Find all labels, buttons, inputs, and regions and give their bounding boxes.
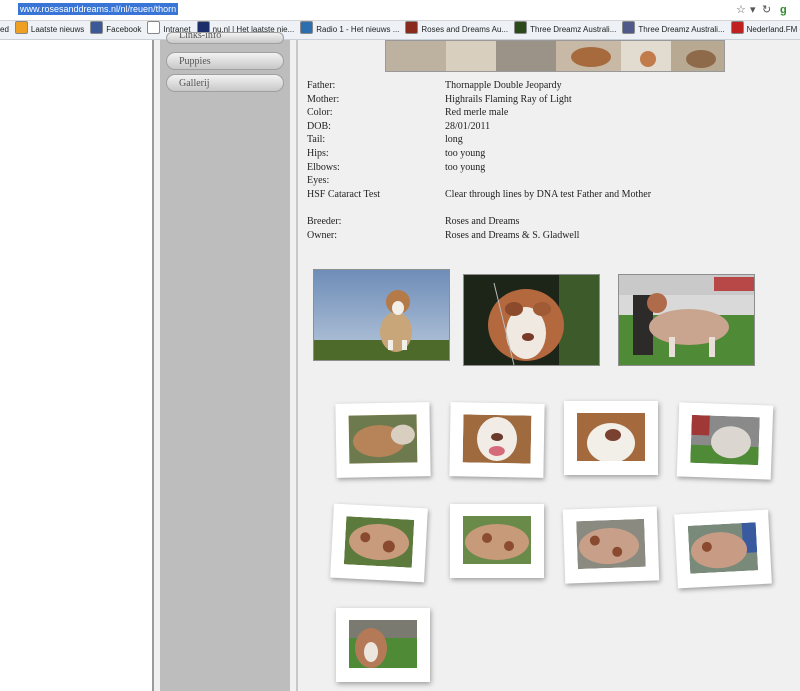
dog-head-photo[interactable]	[463, 274, 600, 366]
thumbnail-photo[interactable]	[564, 401, 658, 475]
detail-label: HSF Cataract Test	[307, 188, 380, 200]
bookmark-item[interactable]: ed	[0, 21, 9, 38]
detail-row: Tail: long	[307, 133, 787, 147]
bookmark-item[interactable]: Radio 1 - Het nieuws ...	[300, 21, 399, 38]
detail-value: Clear through lines by DNA test Father a…	[445, 188, 652, 200]
detail-label: Elbows:	[307, 161, 340, 173]
detail-value: Roses and Dreams & S. Gladwell	[445, 229, 580, 241]
detail-label: Tail:	[307, 134, 326, 146]
dog-standing-photo[interactable]	[618, 274, 755, 366]
sidebar-item-links[interactable]: Links-info	[166, 32, 284, 44]
left-blank-area	[0, 40, 152, 691]
detail-value: Thornapple Double Jeopardy	[445, 80, 562, 91]
url-text[interactable]: www.rosesanddreams.nl/nl/reuen/thorn	[18, 3, 179, 15]
sidebar: Links-info Puppies Gallerij	[160, 32, 290, 691]
dropdown-icon[interactable]: ▾	[750, 3, 756, 17]
detail-label: Breeder:	[307, 215, 342, 227]
thumbnail-photo[interactable]	[562, 506, 660, 584]
detail-label: Owner:	[307, 229, 337, 241]
bookmark-label: Roses and Dreams Au...	[421, 25, 509, 34]
detail-value: too young	[445, 161, 486, 173]
address-bar[interactable]: www.rosesanddreams.nl/nl/reuen/thorn ☆ ▾…	[0, 0, 800, 21]
bookmark-favicon-icon	[514, 21, 528, 34]
main-content: Father: Thornapple Double Jeopardy Mother:…	[298, 40, 800, 691]
detail-label: Hips:	[307, 147, 329, 159]
bookmark-item[interactable]: Three Dreamz Australi...	[622, 21, 725, 38]
bookmark-item[interactable]: Roses and Dreams Au...	[405, 21, 508, 38]
detail-label: Father:	[307, 80, 336, 91]
bookmark-label: Laatste nieuws	[30, 25, 85, 34]
divider	[152, 40, 154, 691]
thumbnail-photo[interactable]	[330, 503, 428, 583]
bookmark-favicon-icon	[90, 21, 104, 34]
detail-row: HSF Cataract Test Clear through lines by …	[307, 188, 787, 202]
detail-row: Owner: Roses and Dreams & S. Gladwell	[307, 229, 787, 243]
star-icon[interactable]: ☆	[736, 3, 746, 17]
detail-value: Highrails Flaming Ray of Light	[445, 93, 572, 105]
thumbnail-photo[interactable]	[450, 504, 544, 578]
bookmark-favicon-icon	[405, 21, 419, 34]
bookmark-favicon-icon	[147, 21, 161, 34]
detail-row: Breeder: Roses and Dreams	[307, 215, 787, 229]
sidebar-item-gallerij[interactable]: Gallerij	[166, 74, 284, 92]
dog-details: Father: Thornapple Double Jeopardy Mother:…	[307, 79, 787, 242]
bookmark-favicon-icon	[622, 21, 636, 34]
bookmark-label: Nederland.FM - Radio ...	[746, 25, 800, 34]
bookmarks-bar: ed Laatste nieuws Facebook Intranet nu.nl | …	[0, 21, 800, 40]
thumbnail-photo[interactable]	[449, 402, 545, 478]
bookmark-item[interactable]: Three Dreamz Australi...	[514, 21, 616, 38]
detail-value: long	[445, 134, 463, 146]
bookmark-item[interactable]: Laatste nieuws	[14, 21, 85, 38]
bookmark-item[interactable]: Nederland.FM - Radio ...	[730, 21, 800, 38]
detail-label: Eyes:	[307, 175, 330, 187]
header-banner-image	[385, 40, 725, 72]
thumbnail-photo[interactable]	[674, 509, 772, 589]
detail-value: too young	[445, 147, 486, 159]
detail-row: Hips: too young	[307, 147, 787, 161]
detail-value: Red merle male	[445, 107, 509, 119]
detail-row: Mother: Highrails Flaming Ray of Light	[307, 93, 787, 107]
detail-row: Elbows: too young	[307, 161, 787, 175]
bookmark-label: Three Dreamz Australi...	[638, 25, 725, 34]
detail-row: Father: Thornapple Double Jeopardy	[307, 79, 787, 93]
bookmark-label: ed	[0, 25, 9, 34]
search-engine-icon[interactable]: g	[780, 3, 787, 17]
bookmark-label: Facebook	[106, 25, 142, 34]
detail-row: DOB: 28/01/2011	[307, 120, 787, 134]
detail-value: 28/01/2011	[445, 120, 491, 132]
sidebar-item-puppies[interactable]: Puppies	[166, 52, 284, 70]
reload-icon[interactable]: ↻	[762, 3, 771, 17]
detail-row: Eyes:	[307, 174, 787, 188]
detail-label: Color:	[307, 107, 333, 119]
bookmark-label: Radio 1 - Het nieuws ...	[316, 25, 400, 34]
thumbnail-photo[interactable]	[336, 608, 430, 682]
bookmark-favicon-icon	[14, 21, 28, 34]
bookmark-favicon-icon	[730, 21, 744, 34]
detail-label: Mother:	[307, 93, 340, 105]
puppy-sitting-photo[interactable]	[313, 269, 450, 361]
bookmark-label: Three Dreamz Australi...	[530, 25, 617, 34]
bookmark-item[interactable]: Facebook	[90, 21, 141, 38]
detail-label: DOB:	[307, 120, 331, 132]
bookmark-favicon-icon	[300, 21, 314, 34]
detail-value: Roses and Dreams	[445, 215, 520, 227]
thumbnail-photo[interactable]	[335, 402, 431, 478]
thumbnail-photo[interactable]	[676, 402, 774, 480]
detail-row: Color: Red merle male	[307, 106, 787, 120]
